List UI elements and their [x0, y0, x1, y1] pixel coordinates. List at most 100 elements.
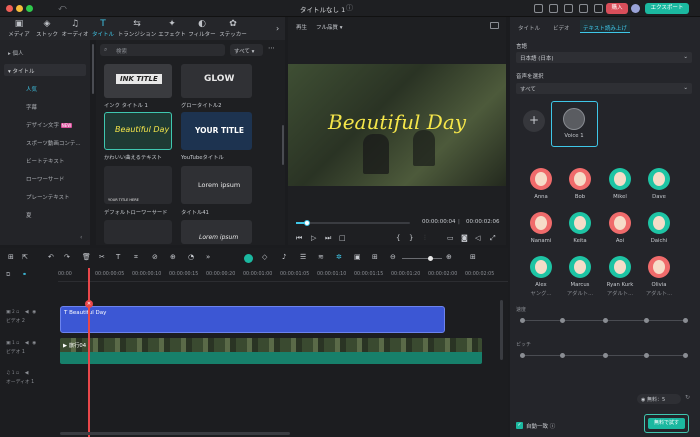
snap-icon[interactable]: ✲ [336, 253, 342, 261]
mic-icon[interactable]: ♪ [282, 253, 286, 261]
avatar[interactable] [631, 4, 640, 13]
split-icon[interactable]: ⫶ [424, 234, 426, 243]
mark-out-icon[interactable]: } [409, 234, 413, 242]
mask-icon[interactable]: ⊘ [152, 253, 158, 261]
add-track-icon[interactable]: ⧉ [6, 271, 10, 279]
audio-wave-icon[interactable]: ≋ [318, 253, 324, 261]
play-icon[interactable]: ▷ [311, 234, 316, 242]
save-icon[interactable] [549, 4, 558, 13]
ai-tool-icon[interactable]: ⊕ [170, 253, 176, 261]
voice-avatar-anna[interactable] [530, 168, 552, 190]
zoom-out-icon[interactable]: ⊖ [390, 253, 396, 261]
title-clip[interactable]: T Beautiful Day [60, 306, 445, 333]
close-window-button[interactable] [6, 5, 13, 12]
headset-icon[interactable] [594, 4, 603, 13]
stop-icon[interactable]: □ [339, 234, 346, 242]
nav-item-beat-text[interactable]: ビートテキスト [26, 157, 64, 165]
nav-scrollbar[interactable] [92, 44, 94, 94]
grid-view-icon[interactable]: ⊞ [372, 253, 378, 261]
chevron-right-icon[interactable]: › [276, 24, 279, 33]
nav-item-lower-third[interactable]: ローワーサード [26, 175, 64, 183]
step-forward-icon[interactable]: ⏭ [325, 234, 331, 243]
language-select[interactable]: 日本語 (日本) ⌄ [516, 52, 692, 63]
filter-select[interactable]: すべて ▾ [230, 44, 263, 56]
voice-avatar-daichi[interactable] [648, 212, 670, 234]
speed-slider[interactable] [520, 318, 688, 323]
record-icon[interactable] [244, 254, 253, 263]
title-tile[interactable]: INK TITLE [104, 64, 172, 98]
grid-icon[interactable] [564, 4, 573, 13]
refresh-icon[interactable]: ↻ [685, 394, 690, 401]
timeline-scrollbar[interactable] [60, 432, 290, 435]
voice-avatar-olivia[interactable] [648, 256, 670, 278]
camera-icon[interactable]: ◙ [461, 234, 468, 242]
tab-transitions[interactable]: ⇆ トランジション [117, 19, 157, 38]
tab-effects[interactable]: ✦ エフェクト [157, 19, 187, 38]
nav-personal[interactable]: ▸ 個人 [8, 49, 24, 57]
nav-item-sports[interactable]: スポーツ動画コンテ... [26, 139, 81, 147]
image-icon[interactable]: ▣ [354, 253, 361, 261]
zoom-in-icon[interactable]: ⊕ [446, 253, 452, 261]
title-tile[interactable]: YOUR TITLE [181, 112, 252, 150]
maximize-window-button[interactable] [26, 5, 33, 12]
timeline-vscrollbar[interactable] [500, 300, 503, 360]
monitor-icon[interactable] [534, 4, 543, 13]
speed-icon[interactable]: ◔ [188, 253, 194, 261]
quality-select[interactable]: フル品質 ▾ [316, 23, 343, 31]
buy-button[interactable]: 購入 [606, 3, 628, 14]
nav-item-plain-text[interactable]: プレーンテキスト [26, 193, 70, 201]
voice-filter-select[interactable]: すべて ⌄ [516, 83, 692, 94]
nav-titles[interactable]: ▾ タイトル [8, 67, 35, 75]
cut-icon[interactable]: ✂ [99, 253, 105, 261]
playhead[interactable] [88, 268, 90, 437]
delete-icon[interactable]: 🗑 [82, 253, 91, 261]
nav-item-subtitles[interactable]: 字幕 [26, 103, 37, 111]
link-icon[interactable]: ⚭ [22, 271, 27, 278]
shield-icon[interactable]: ◇ [262, 253, 267, 261]
collapse-icon[interactable]: ‹ [80, 234, 82, 241]
nav-item-summer[interactable]: 夏 [26, 211, 32, 219]
title-tile[interactable]: GLOW [181, 64, 252, 98]
nav-item-popular[interactable]: 人気 [26, 85, 37, 93]
voice-avatar-aoi[interactable] [609, 212, 631, 234]
tab-stock[interactable]: ◈ ストック [34, 19, 60, 38]
tab-video-properties[interactable]: ビデオ [553, 24, 570, 32]
zoom-knob[interactable] [428, 256, 433, 261]
voice-avatar-ryan-kurk[interactable] [609, 256, 631, 278]
title-tile[interactable]: Lorem ipsum [181, 166, 252, 204]
title-tile[interactable] [104, 220, 172, 244]
volume-icon[interactable]: ◁ [475, 234, 480, 242]
tab-filters[interactable]: ◐ フィルター [187, 19, 217, 38]
playback-scrubber[interactable] [296, 220, 410, 226]
snapshot-icon[interactable] [490, 22, 499, 29]
fullscreen-icon[interactable]: ⤢ [490, 234, 496, 243]
export-button[interactable]: エクスポート [645, 3, 689, 14]
tab-player[interactable]: 再生 [296, 23, 307, 31]
crop-icon[interactable]: ⌗ [134, 253, 138, 262]
info-icon[interactable]: ⓘ [346, 3, 353, 13]
text-tool-icon[interactable]: T [116, 253, 120, 261]
more-icon[interactable]: ⋯ [268, 44, 275, 52]
add-voice-button[interactable]: + [523, 110, 545, 132]
tab-audio[interactable]: ♫ オーディオ [60, 19, 90, 38]
video-clip[interactable]: ▶ 旅行04 [60, 338, 482, 364]
cloud-icon[interactable] [579, 4, 588, 13]
display-icon[interactable]: ▭ [447, 234, 454, 242]
voice-avatar-nanami[interactable] [530, 212, 552, 234]
voice-1-card[interactable]: Voice 1 [551, 101, 598, 147]
layout-icon[interactable]: ⊞ [8, 253, 14, 261]
voice-avatar-mikel[interactable] [609, 168, 631, 190]
grid-settings-icon[interactable]: ⊞ [470, 253, 476, 261]
back-icon[interactable]: ⤺ [58, 3, 67, 13]
voice-avatar-bob[interactable] [569, 168, 591, 190]
zoom-slider[interactable] [402, 258, 442, 259]
redo-icon[interactable]: ↷ [64, 253, 70, 261]
pitch-slider[interactable] [520, 353, 688, 358]
voice-avatar-keita[interactable] [569, 212, 591, 234]
select-tool-icon[interactable]: ⇱ [22, 253, 28, 261]
undo-icon[interactable]: ↶ [48, 253, 54, 261]
playhead-handle[interactable]: ✕ [85, 300, 93, 308]
try-free-button[interactable]: 無料で試す [648, 418, 685, 429]
nav-item-design-text[interactable]: デザイン文字 NEW [26, 121, 73, 129]
voice-avatar-alex[interactable] [530, 256, 552, 278]
